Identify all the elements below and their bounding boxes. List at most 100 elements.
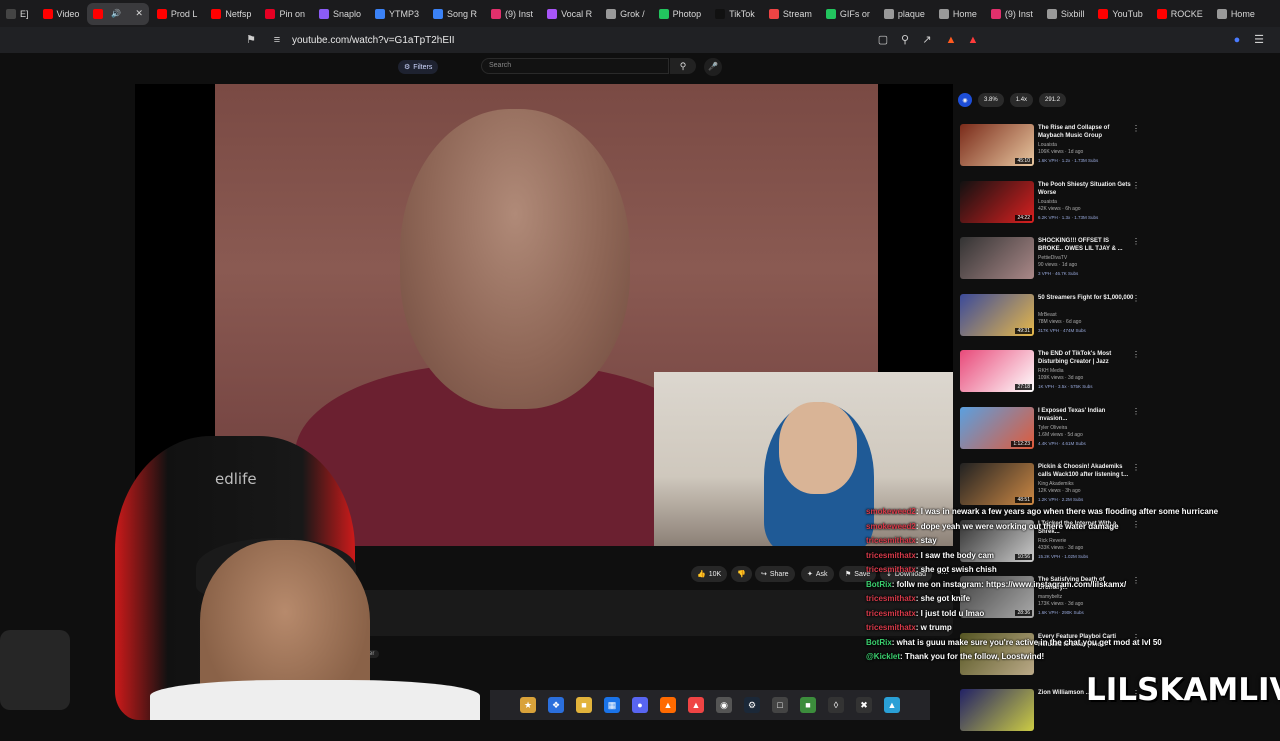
browser-tab[interactable]: (9) Inst	[485, 3, 539, 25]
like-button[interactable]: 👍 10K	[691, 566, 728, 582]
minecraft-icon[interactable]: ■	[800, 697, 816, 713]
screen-icon[interactable]: ▢	[876, 33, 890, 47]
browser-tab[interactable]: Grok /	[600, 3, 651, 25]
browser-tab[interactable]: Vocal R	[541, 3, 598, 25]
photos-icon[interactable]: ▲	[884, 697, 900, 713]
more-options-icon[interactable]: ⋮	[1132, 294, 1140, 303]
recommendation-item[interactable]: 24:22 The Pooh Shiesty Situation Gets Wor…	[958, 180, 1144, 233]
channel-name[interactable]: MrBeast	[1038, 312, 1057, 319]
video-thumbnail[interactable]	[960, 689, 1034, 731]
browser-tab[interactable]: Sixbill	[1041, 3, 1091, 25]
browser-tab[interactable]: plaque	[878, 3, 931, 25]
video-thumbnail[interactable]	[960, 237, 1034, 279]
chat-message: tricesmithatx: w trump	[866, 623, 952, 632]
close-tab-icon[interactable]: ✕	[135, 8, 143, 19]
browser-tab[interactable]: YTMP3	[369, 3, 425, 25]
recommendation-item[interactable]: 49:31 50 Streamers Fight for $1,000,000 Mr…	[958, 293, 1144, 346]
browser-tab[interactable]: Video	[37, 3, 86, 25]
browser-tab[interactable]: Photop	[653, 3, 708, 25]
share-button[interactable]: ↪ Share	[755, 566, 795, 582]
address-bar[interactable]: youtube.com/watch?v=G1aTpT2hEII	[292, 35, 455, 46]
browser-tab[interactable]: TikTok	[709, 3, 761, 25]
channel-name[interactable]: PettieDivaTV	[1038, 255, 1067, 262]
browser-tab[interactable]: E]	[0, 3, 35, 25]
more-options-icon[interactable]: ⋮	[1132, 181, 1140, 190]
video-thumbnail[interactable]: 27:18	[960, 350, 1034, 392]
steam-icon[interactable]: ⚙	[744, 697, 760, 713]
browser-tab[interactable]: Stream	[763, 3, 818, 25]
capcut-icon[interactable]: ✖	[856, 697, 872, 713]
search-input[interactable]: Search	[481, 58, 669, 74]
video-thumbnail[interactable]: 1:12:23	[960, 406, 1034, 449]
browser-tab[interactable]: Snaplo	[313, 3, 367, 25]
video-title[interactable]: 50 Streamers Fight for $1,000,000	[1038, 294, 1134, 302]
video-title[interactable]: Pickin & Choosin! Akademiks calls Wack10…	[1038, 463, 1134, 479]
discord-icon[interactable]: ●	[632, 697, 648, 713]
recommendation-item[interactable]: SHOCKING!!! OFFSET IS BROKE.. OWES LIL T…	[958, 237, 1144, 289]
brave-icon[interactable]: ▲	[660, 697, 676, 713]
channel-name[interactable]: Louaista	[1038, 142, 1057, 149]
brave-active-icon[interactable]: ▲	[688, 697, 704, 713]
browser-tab[interactable]: Home	[1211, 3, 1261, 25]
dislike-button[interactable]: 👎	[731, 566, 752, 582]
browser-tab[interactable]: Netfsp	[205, 3, 257, 25]
chat-text: : dope yeah we were working out there wa…	[915, 521, 1119, 531]
video-thumbnail[interactable]: 24:22	[960, 180, 1034, 223]
obs-icon[interactable]: ◉	[716, 697, 732, 713]
channel-name[interactable]: King Akademiks	[1038, 481, 1074, 488]
tab-label: (9) Inst	[505, 8, 534, 19]
channel-name[interactable]: Tyler Oliveira	[1038, 425, 1067, 432]
video-title[interactable]: I Exposed Texas' Indian Invasion...	[1038, 407, 1134, 423]
store-icon[interactable]: ▦	[604, 697, 620, 713]
file-explorer-icon[interactable]: ■	[576, 697, 592, 713]
recommendation-item[interactable]: 1:12:23 I Exposed Texas' Indian Invasion.…	[958, 406, 1144, 459]
browser-tab[interactable]: Prod L	[151, 3, 204, 25]
game-app-icon[interactable]: ★	[520, 697, 536, 713]
browser-tab[interactable]: GIFs or	[820, 3, 876, 25]
video-title[interactable]: The END of TikTok's Most Disturbing Crea…	[1038, 350, 1134, 366]
sidebar-toggle-icon[interactable]: ☰	[1252, 33, 1266, 47]
browser-tab[interactable]: Pin on	[259, 3, 311, 25]
search-icon[interactable]: ⚲	[670, 58, 696, 74]
more-options-icon[interactable]: ⋮	[1132, 407, 1140, 416]
browser-tab[interactable]: 🔊 ✕	[87, 2, 149, 25]
brave-shield-icon[interactable]: ▲	[944, 33, 958, 47]
recommendation-item[interactable]: 27:18 The END of TikTok's Most Disturbing…	[958, 350, 1144, 402]
browser-tab[interactable]: Home	[933, 3, 983, 25]
browser-tab[interactable]: ROCKE	[1151, 3, 1209, 25]
video-title[interactable]: The Rise and Collapse of Maybach Music G…	[1038, 124, 1134, 140]
tab-favicon-icon	[491, 8, 502, 19]
extension-icon[interactable]: ●	[1230, 33, 1244, 47]
browser-tab[interactable]: Song R	[427, 3, 483, 25]
video-thumbnail[interactable]: 45:10	[960, 124, 1034, 166]
app-icon[interactable]: □	[772, 697, 788, 713]
tab-label: Video	[56, 8, 80, 19]
ask-button[interactable]: ✦ Ask	[801, 566, 834, 582]
filters-button[interactable]: ⚙ Filters	[398, 60, 439, 74]
more-options-icon[interactable]: ⋮	[1132, 463, 1140, 472]
zoom-icon[interactable]: ⚲	[898, 33, 912, 47]
copilot-icon[interactable]: ❖	[548, 697, 564, 713]
recommendation-item[interactable]: 45:10 The Rise and Collapse of Maybach Mu…	[958, 124, 1144, 176]
chat-username: BotRix	[866, 579, 892, 589]
microphone-icon[interactable]: 🎤	[704, 58, 722, 76]
browser-tab[interactable]: YouTub	[1092, 3, 1148, 25]
audio-playing-icon[interactable]: 🔊	[111, 9, 121, 18]
4k-app-icon[interactable]: ◊	[828, 697, 844, 713]
channel-name[interactable]: RKH Media	[1038, 368, 1064, 375]
browser-tab[interactable]: (9) Inst	[985, 3, 1039, 25]
video-thumbnail[interactable]: 49:31	[960, 293, 1034, 336]
share-page-icon[interactable]: ↗	[920, 33, 934, 47]
vph-badge: 6.2K VPH · 1.3x · 1.73M Subs	[1038, 214, 1099, 220]
chat-text: : what is guuu make sure you're active i…	[891, 637, 1162, 647]
video-thumbnail[interactable]: 48:51	[960, 463, 1034, 505]
channel-name[interactable]: Louaista	[1038, 199, 1057, 206]
site-info-icon[interactable]: ≡	[270, 33, 284, 47]
more-options-icon[interactable]: ⋮	[1132, 237, 1140, 246]
bookmark-icon[interactable]: ⚑	[244, 33, 258, 47]
more-options-icon[interactable]: ⋮	[1132, 124, 1140, 133]
rewards-icon[interactable]: ▲	[966, 33, 980, 47]
video-title[interactable]: SHOCKING!!! OFFSET IS BROKE.. OWES LIL T…	[1038, 237, 1134, 253]
video-title[interactable]: The Pooh Shiesty Situation Gets Worse	[1038, 181, 1134, 197]
more-options-icon[interactable]: ⋮	[1132, 350, 1140, 359]
